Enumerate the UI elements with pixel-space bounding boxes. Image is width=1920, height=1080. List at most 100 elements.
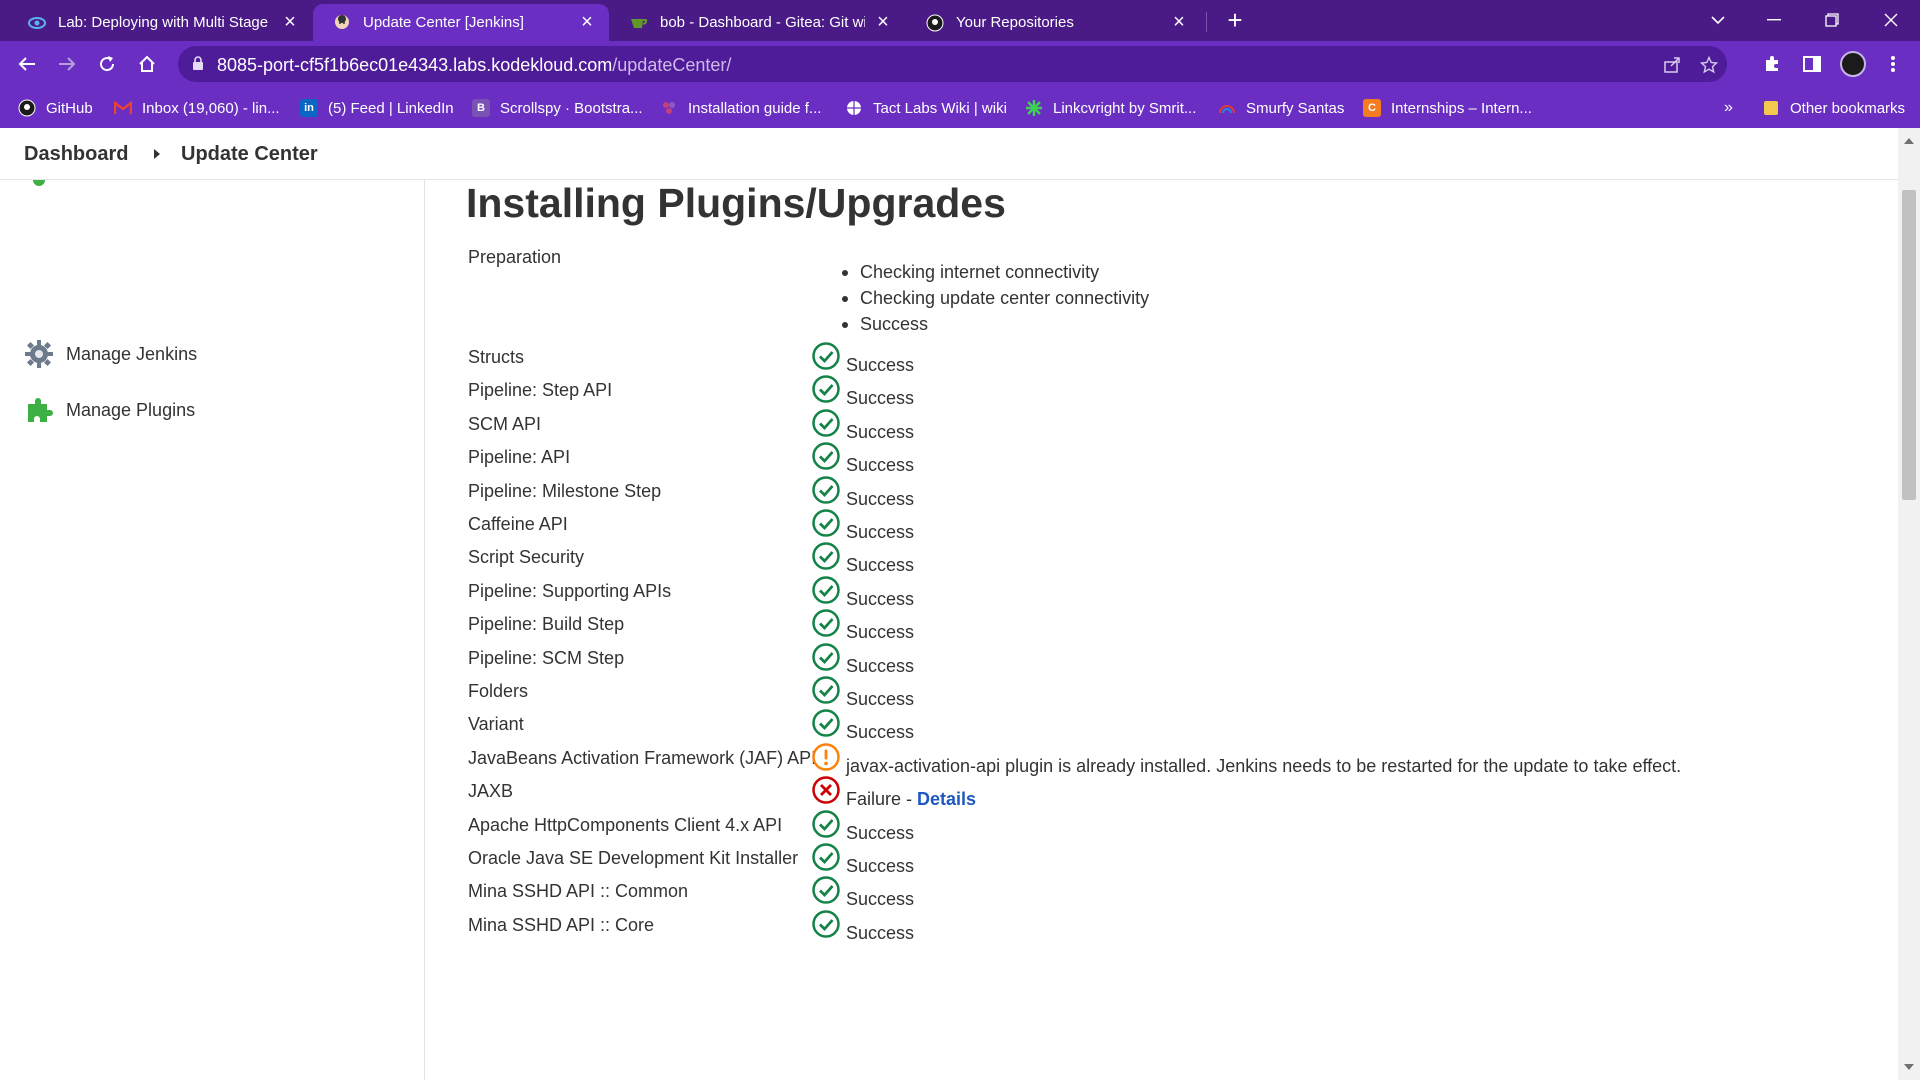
bookmarks-bar: GitHub Inbox (19,060) - lin... in (5) Fe… xyxy=(0,87,1920,128)
check-circle-icon xyxy=(811,708,841,738)
plugin-row: Apache HttpComponents Client 4.x API Succ… xyxy=(466,809,1866,849)
breadcrumb-separator-icon[interactable] xyxy=(154,149,160,159)
profile-avatar[interactable] xyxy=(1840,51,1866,77)
bookmark-label: Scrollspy · Bootstra... xyxy=(500,99,643,117)
tab-strip: Lab: Deploying with Multi Stage I × Upda… xyxy=(0,0,1920,41)
plugin-name: Caffeine API xyxy=(468,514,568,534)
bookmark-smurfy-santas[interactable]: Smurfy Santas xyxy=(1218,97,1344,119)
bookmarks-overflow-button[interactable]: » xyxy=(1724,97,1733,119)
scrollbar-thumb[interactable] xyxy=(1902,190,1916,500)
plugin-status-text: Success xyxy=(846,923,914,944)
preparation-step: Checking update center connectivity xyxy=(841,288,1150,308)
close-icon[interactable]: × xyxy=(280,12,300,33)
new-tab-button[interactable]: + xyxy=(1221,7,1249,35)
plugin-status-text: Success xyxy=(846,522,914,543)
back-icon[interactable] xyxy=(12,49,42,79)
sidebar-partial-icon xyxy=(33,180,45,186)
tab-update-center[interactable]: Update Center [Jenkins] × xyxy=(313,4,609,41)
plugin-name: Pipeline: Build Step xyxy=(468,614,625,635)
close-icon[interactable]: × xyxy=(577,12,597,33)
url-host: 8085-port-cf5f1b6ec01e4343.labs.kodeklou… xyxy=(217,55,613,75)
browser-toolbar: 8085-port-cf5f1b6ec01e4343.labs.kodeklou… xyxy=(0,41,1920,87)
plugin-name: JavaBeans Activation Framework (JAF) API xyxy=(468,747,817,768)
bookmark-label: Internships – Intern... xyxy=(1391,99,1532,117)
other-bookmarks[interactable]: Other bookmarks xyxy=(1762,97,1905,119)
bookmark-linkcvright[interactable]: Linkcvright by Smrit... xyxy=(1025,97,1196,119)
tab-gitea[interactable]: bob - Dashboard - Gitea: Git with × xyxy=(610,4,905,41)
details-link[interactable]: Details xyxy=(917,789,976,809)
page-scrollbar[interactable] xyxy=(1898,128,1920,1080)
plugin-name: Pipeline: Supporting APIs xyxy=(468,580,672,601)
tab-repositories[interactable]: Your Repositories × xyxy=(906,4,1201,41)
side-panel-icon[interactable] xyxy=(1799,51,1825,77)
scroll-down-icon[interactable] xyxy=(1904,1064,1914,1070)
menu-dots-icon[interactable] xyxy=(1880,51,1906,77)
close-icon[interactable]: × xyxy=(873,12,893,33)
plugin-name: SCM API xyxy=(468,413,542,434)
extensions-icon[interactable] xyxy=(1759,51,1785,77)
restore-icon[interactable] xyxy=(1817,6,1847,34)
tab-title: bob - Dashboard - Gitea: Git with xyxy=(660,14,865,31)
reload-icon[interactable] xyxy=(92,49,122,79)
globe-icon xyxy=(845,99,863,117)
plugin-status-message: Success xyxy=(846,689,915,709)
lock-icon[interactable] xyxy=(192,56,204,76)
plugin-name: Apache HttpComponents Client 4.x API xyxy=(468,814,783,835)
plugin-status-text: Failure - Details xyxy=(846,789,976,810)
breadcrumb-dashboard[interactable]: Dashboard xyxy=(24,143,128,166)
gitea-icon xyxy=(630,14,648,32)
bookmark-internships[interactable]: C Internships – Intern... xyxy=(1363,97,1532,119)
forward-icon[interactable] xyxy=(52,49,82,79)
plugin-row: Mina SSHD API :: Common Success xyxy=(466,876,1866,915)
plugin-name: Variant xyxy=(468,714,524,735)
plugin-status-message: Success xyxy=(846,622,915,643)
sidebar-item-manage-jenkins[interactable]: Manage Jenkins xyxy=(24,338,197,370)
url-text: 8085-port-cf5f1b6ec01e4343.labs.kodeklou… xyxy=(217,55,731,76)
breadcrumb-update-center[interactable]: Update Center xyxy=(181,143,318,166)
check-circle-icon xyxy=(811,608,841,638)
check-circle-icon xyxy=(811,508,841,538)
tab-title: Lab: Deploying with Multi Stage I xyxy=(58,14,272,31)
close-icon[interactable]: × xyxy=(1169,12,1189,33)
jenkins-icon xyxy=(333,14,351,32)
plugin-status-text: Success xyxy=(846,422,914,443)
plugin-row: Pipeline: Supporting APIs Success xyxy=(466,576,1866,615)
check-circle-icon xyxy=(811,575,841,605)
scroll-up-icon[interactable] xyxy=(1904,138,1914,144)
tab-search-icon[interactable] xyxy=(1703,6,1733,34)
plugin-row: Pipeline: Step API Success xyxy=(466,375,1866,414)
bookmark-star-icon[interactable] xyxy=(1697,53,1721,77)
bookmark-linkedin[interactable]: in (5) Feed | LinkedIn xyxy=(300,97,454,119)
plugin-status-text: Success xyxy=(846,656,914,677)
bookmark-bootstrap[interactable]: B Scrollspy · Bootstra... xyxy=(472,97,643,119)
plugin-row: Variant Success xyxy=(466,709,1866,748)
check-circle-icon xyxy=(811,809,841,839)
plugin-status-text: Success xyxy=(846,722,914,743)
plugin-row: Folders Success xyxy=(466,676,1866,715)
plugin-status-text: javax-activation-api plugin is already i… xyxy=(846,756,1681,777)
minimize-icon[interactable] xyxy=(1759,6,1789,34)
check-circle-icon xyxy=(811,642,841,672)
bookmark-gmail[interactable]: Inbox (19,060) - lin... xyxy=(114,97,280,119)
bookmark-github[interactable]: GitHub xyxy=(18,97,93,119)
address-bar[interactable]: 8085-port-cf5f1b6ec01e4343.labs.kodeklou… xyxy=(178,46,1727,82)
github-icon xyxy=(18,99,36,117)
preparation-step: Success xyxy=(841,314,929,334)
home-icon[interactable] xyxy=(132,49,162,79)
plugin-status-message: Success xyxy=(846,388,915,409)
share-icon[interactable] xyxy=(1660,53,1684,77)
bookmark-installation-guide[interactable]: Installation guide f... xyxy=(660,97,821,119)
plugin-status-message: Success xyxy=(846,856,915,876)
plugin-status-text: Success xyxy=(846,455,914,476)
plugin-row: SCM API Success xyxy=(466,409,1866,448)
bookmark-label: GitHub xyxy=(46,99,93,117)
plugin-name: Mina SSHD API :: Core xyxy=(468,914,655,935)
tab-lab[interactable]: Lab: Deploying with Multi Stage I × xyxy=(8,4,312,41)
window-close-icon[interactable] xyxy=(1876,6,1906,34)
plugin-status-text: Success xyxy=(846,622,914,643)
bookmark-tact-labs[interactable]: Tact Labs Wiki | wiki xyxy=(845,97,1007,119)
plugin-row: Mina SSHD API :: Core Success xyxy=(466,910,1866,949)
plugin-row: Pipeline: Build Step Success xyxy=(466,609,1866,648)
plugin-status-text: Success xyxy=(846,388,914,409)
sidebar-item-manage-plugins[interactable]: Manage Plugins xyxy=(24,394,195,426)
